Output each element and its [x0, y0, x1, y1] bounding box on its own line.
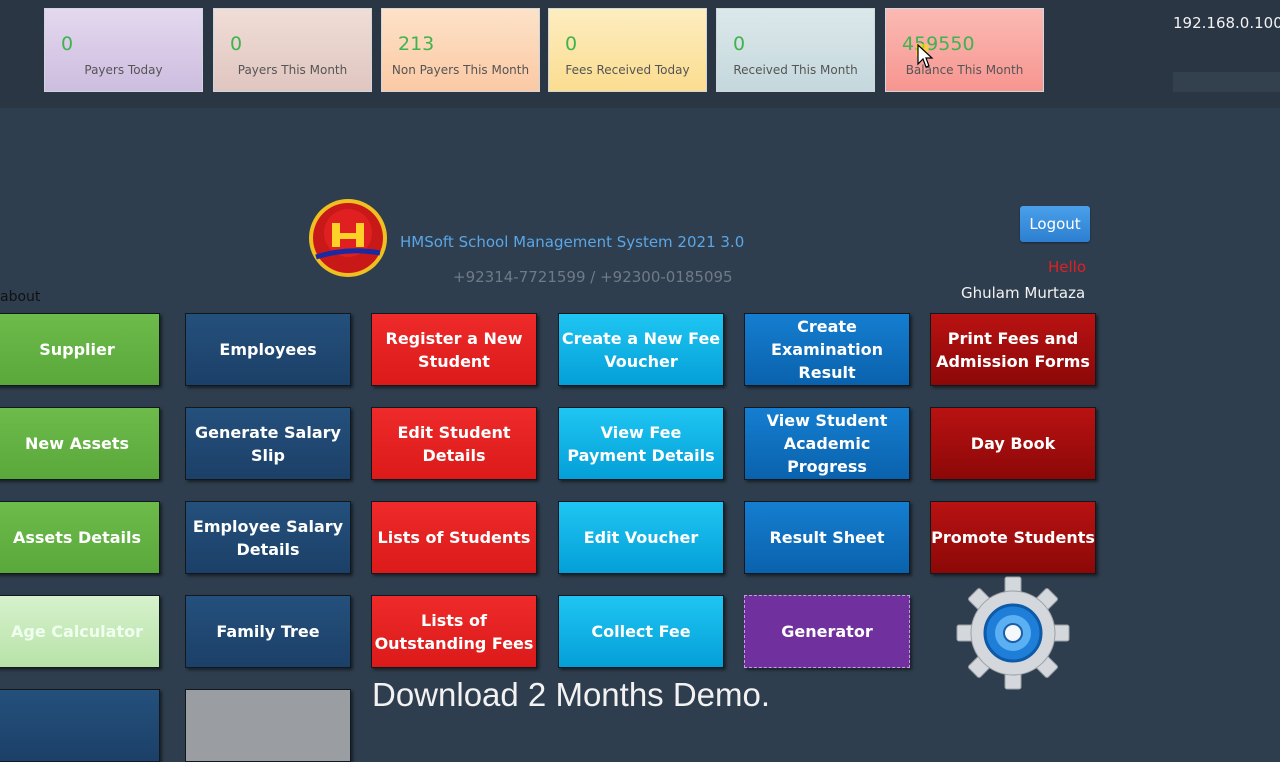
stats-bar: 0 Payers Today 0 Payers This Month 213 N…: [0, 0, 1280, 108]
family-tree-button[interactable]: Family Tree: [185, 595, 351, 668]
stat-balance-month[interactable]: 459550 Balance This Month: [885, 8, 1044, 92]
generate-salary-slip-button[interactable]: Generate Salary Slip: [185, 407, 351, 480]
settings-gear-icon[interactable]: [955, 575, 1071, 691]
create-exam-result-button[interactable]: Create Examination Result: [744, 313, 910, 386]
app-title: HMSoft School Management System 2021 3.0: [400, 233, 745, 251]
create-fee-voucher-button[interactable]: Create a New Fee Voucher: [558, 313, 724, 386]
ip-field: [1173, 72, 1280, 92]
day-book-button[interactable]: Day Book: [930, 407, 1096, 480]
stat-label: Received This Month: [733, 63, 858, 77]
salary-details-button[interactable]: Employee Salary Details: [185, 501, 351, 574]
partial-tile-1[interactable]: [0, 689, 160, 762]
stat-label: Non Payers This Month: [391, 63, 530, 77]
generator-button[interactable]: Generator: [744, 595, 910, 668]
greeting: Hello: [1048, 258, 1087, 276]
stat-label: Payers This Month: [237, 63, 348, 77]
age-calculator-button[interactable]: Age Calculator: [0, 595, 160, 668]
stat-fees-received-today[interactable]: 0 Fees Received Today: [548, 8, 707, 92]
about-link[interactable]: about: [0, 289, 40, 305]
edit-voucher-button[interactable]: Edit Voucher: [558, 501, 724, 574]
ip-address: 192.168.0.100: [1173, 14, 1280, 32]
employees-button[interactable]: Employees: [185, 313, 351, 386]
edit-student-button[interactable]: Edit Student Details: [371, 407, 537, 480]
partial-tile-2[interactable]: [185, 689, 351, 762]
stat-value: 0: [733, 33, 746, 55]
stat-payers-today[interactable]: 0 Payers Today: [44, 8, 203, 92]
register-student-button[interactable]: Register a New Student: [371, 313, 537, 386]
stat-non-payers-month[interactable]: 213 Non Payers This Month: [381, 8, 540, 92]
academic-progress-button[interactable]: View Student Academic Progress: [744, 407, 910, 480]
stat-label: Fees Received Today: [565, 63, 690, 77]
contact-phone: +92314-7721599 / +92300-0185095: [453, 268, 733, 286]
hmsoft-logo-icon: [309, 199, 387, 277]
supplier-button[interactable]: Supplier: [0, 313, 160, 386]
stat-received-month[interactable]: 0 Received This Month: [716, 8, 875, 92]
assets-details-button[interactable]: Assets Details: [0, 501, 160, 574]
stat-value: 0: [230, 33, 243, 55]
stat-value: 459550: [902, 33, 975, 55]
new-assets-button[interactable]: New Assets: [0, 407, 160, 480]
user-name: Ghulam Murtaza: [961, 284, 1086, 302]
stat-value: 213: [398, 33, 435, 55]
collect-fee-button[interactable]: Collect Fee: [558, 595, 724, 668]
lists-of-students-button[interactable]: Lists of Students: [371, 501, 537, 574]
result-sheet-button[interactable]: Result Sheet: [744, 501, 910, 574]
mouse-cursor-icon: [916, 44, 934, 68]
print-forms-button[interactable]: Print Fees and Admission Forms: [930, 313, 1096, 386]
logout-button[interactable]: Logout: [1020, 206, 1090, 242]
stat-label: Balance This Month: [905, 63, 1024, 77]
stat-value: 0: [565, 33, 578, 55]
stat-label: Payers Today: [84, 63, 163, 77]
stat-payers-month[interactable]: 0 Payers This Month: [213, 8, 372, 92]
outstanding-fees-button[interactable]: Lists of Outstanding Fees: [371, 595, 537, 668]
stat-value: 0: [61, 33, 74, 55]
promote-students-button[interactable]: Promote Students: [930, 501, 1096, 574]
demo-banner: Download 2 Months Demo.: [372, 676, 771, 713]
view-fee-payment-button[interactable]: View Fee Payment Details: [558, 407, 724, 480]
